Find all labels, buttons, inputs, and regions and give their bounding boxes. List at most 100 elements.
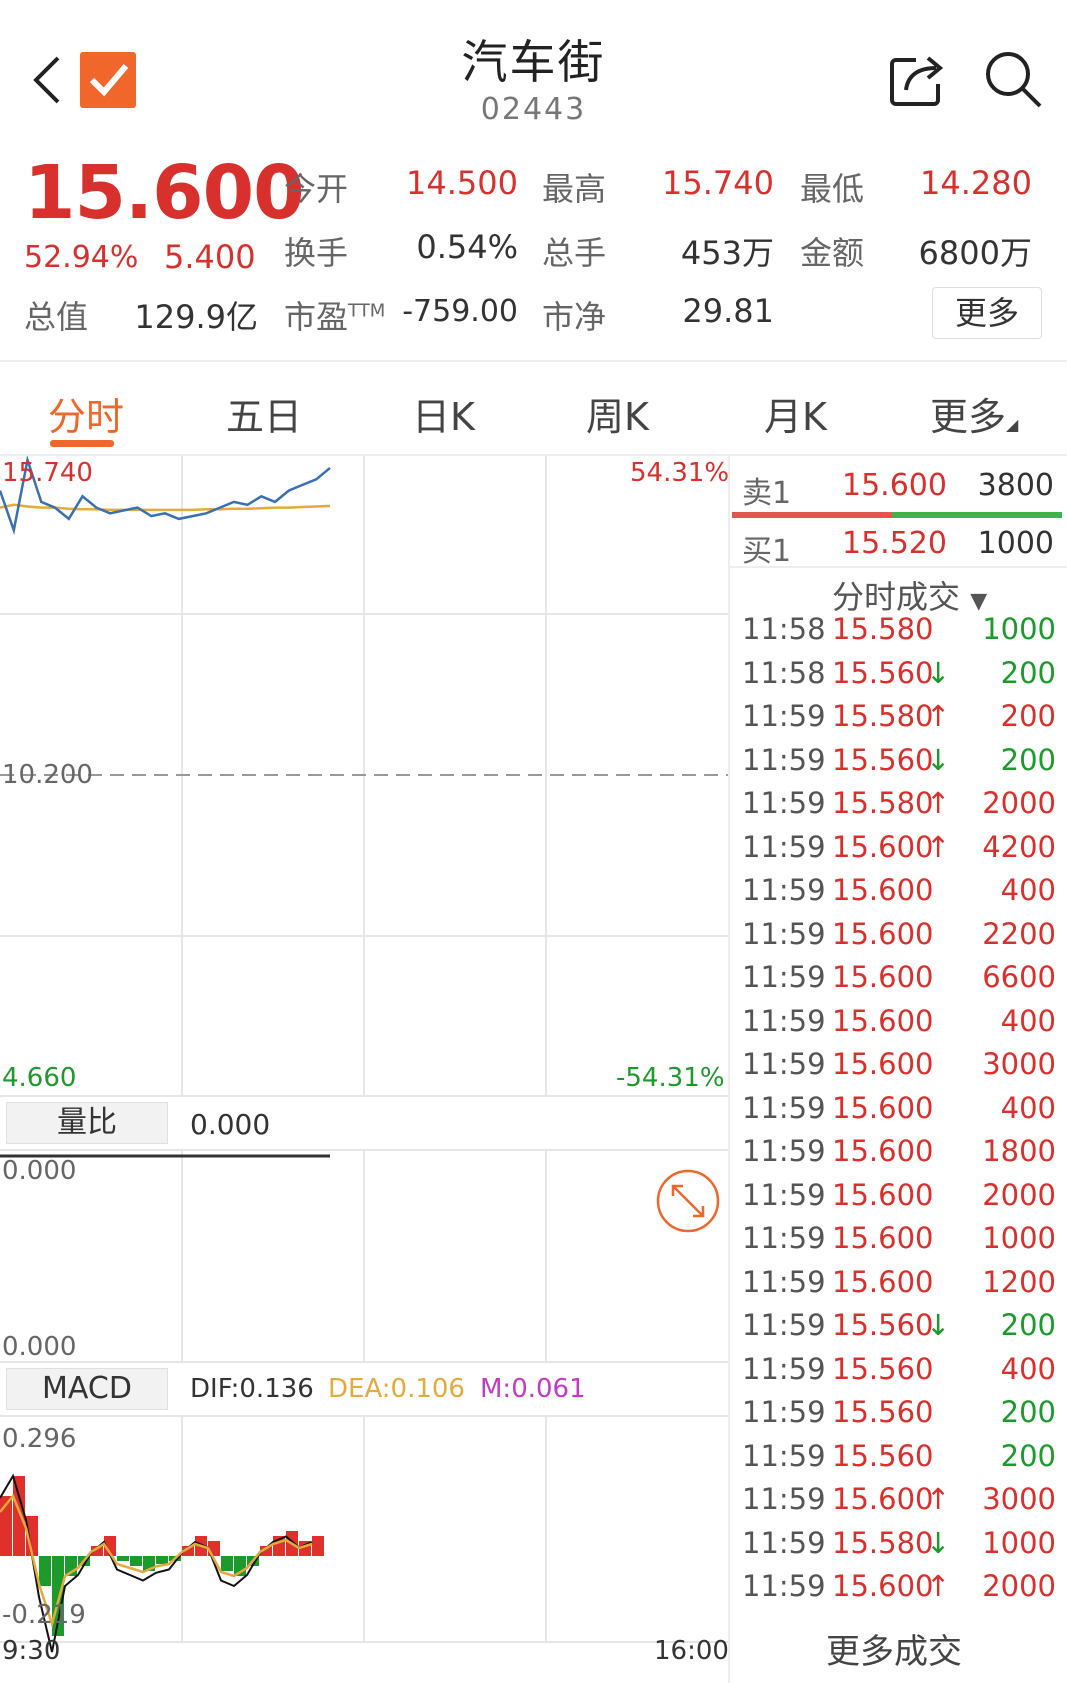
trade-price: 15.600 — [832, 873, 934, 907]
trade-volume: 200 — [1000, 1395, 1056, 1429]
trade-time: 11:59 — [742, 786, 826, 820]
trade-time: 11:59 — [742, 1003, 826, 1038]
arrow-up-icon: ↑ — [926, 786, 951, 820]
trade-time: 11:59 — [742, 1482, 826, 1516]
mid-price-label: 10.200 — [2, 760, 93, 790]
trade-price: 15.600 — [832, 829, 934, 864]
trade-volume: 1000 — [982, 1525, 1056, 1560]
trade-volume: 200 — [1000, 655, 1056, 690]
stat-label: 最低 — [800, 170, 865, 208]
trade-row: 11:59 15.600 400 — [742, 1004, 1056, 1044]
high-pct-label: 54.31% — [630, 458, 730, 488]
macd-top-label: 0.296 — [2, 1424, 77, 1454]
stat-label: 市净 — [542, 298, 607, 336]
stat-value: 14.500 — [406, 164, 518, 202]
arrow-down-icon: ↓ — [926, 655, 951, 690]
volume-bottom-label: 0.000 — [2, 1332, 77, 1362]
bid-volume: 1000 — [977, 526, 1054, 561]
trade-volume: 400 — [1000, 1003, 1056, 1038]
trade-price: 15.560 — [832, 1395, 934, 1429]
trade-price: 15.600 — [832, 1047, 934, 1081]
trade-volume: 3000 — [982, 1482, 1056, 1516]
trade-price: 15.580 — [832, 699, 934, 733]
divider — [728, 456, 730, 1683]
trade-row: 11:59 15.560 ↓ 200 — [742, 1308, 1056, 1348]
divider — [0, 360, 1067, 362]
grid — [0, 456, 728, 1643]
trade-volume: 1800 — [982, 1134, 1056, 1168]
stat-value: 129.9亿 — [134, 298, 258, 336]
trade-price: 15.580 — [832, 786, 934, 820]
trade-price: 15.600 — [832, 1134, 934, 1168]
volume-ratio-selector[interactable]: 量比 — [6, 1102, 168, 1144]
trade-time: 11:59 — [742, 916, 826, 951]
trade-row: 11:59 15.600 1000 — [742, 1221, 1056, 1261]
trade-row: 11:58 15.580 1000 — [742, 612, 1056, 652]
tab-five-day[interactable]: 五日 — [226, 386, 302, 441]
macd-selector[interactable]: MACD — [6, 1368, 168, 1410]
trade-volume: 400 — [1000, 1351, 1056, 1386]
more-stats-button[interactable]: 更多 — [932, 287, 1042, 339]
tab-intraday[interactable]: 分时 — [48, 386, 124, 441]
low-price-label: 4.660 — [2, 1063, 77, 1093]
share-icon[interactable] — [886, 50, 948, 110]
trade-time: 11:59 — [742, 1047, 826, 1081]
trade-volume: 2000 — [982, 1569, 1056, 1603]
trade-volume: 1000 — [982, 1221, 1056, 1255]
trade-row: 11:59 15.600 400 — [742, 1091, 1056, 1131]
stat-label: 市盈TTM — [284, 298, 386, 336]
stat-label: 今开 — [284, 170, 349, 208]
tab-daily-k[interactable]: 日K — [412, 386, 475, 441]
trade-row: 11:59 15.600 1200 — [742, 1265, 1056, 1305]
trade-row: 11:59 15.580 ↑ 2000 — [742, 786, 1056, 826]
trade-row: 11:59 15.600 ↑ 3000 — [742, 1482, 1056, 1522]
trade-price: 15.600 — [832, 1482, 934, 1516]
trade-time: 11:59 — [742, 742, 826, 777]
time-start-label: 9:30 — [2, 1636, 61, 1666]
more-trades-button[interactable]: 更多成交 — [826, 1624, 962, 1673]
trade-time: 11:59 — [742, 1134, 826, 1168]
trade-time: 11:59 — [742, 699, 826, 733]
trade-price: 15.560 — [832, 1438, 934, 1473]
trade-volume: 200 — [1000, 742, 1056, 777]
trade-price: 15.560 — [832, 742, 934, 777]
high-price-label: 15.740 — [2, 458, 93, 488]
arrow-down-icon: ↓ — [926, 1525, 951, 1560]
trade-row: 11:59 15.560 200 — [742, 1439, 1056, 1479]
stat-value: -759.00 — [402, 294, 518, 329]
dropdown-icon: ▼ — [970, 589, 988, 614]
trade-price: 15.600 — [832, 916, 934, 951]
low-pct-label: -54.31% — [616, 1063, 725, 1093]
bid-ratio-bar — [892, 512, 1062, 518]
trade-row: 11:59 15.580 ↓ 1000 — [742, 1526, 1056, 1566]
macd-bar — [221, 1556, 233, 1571]
fullscreen-icon[interactable] — [656, 1169, 720, 1233]
tab-weekly-k[interactable]: 周K — [586, 386, 649, 441]
stat-label: 金额 — [800, 234, 865, 272]
trade-row: 11:59 15.600 6600 — [742, 960, 1056, 1000]
trade-volume: 200 — [1000, 1308, 1056, 1342]
stat-value: 0.54% — [416, 228, 518, 266]
active-tab-indicator — [50, 440, 114, 447]
trade-price: 15.580 — [832, 1525, 934, 1560]
macd-bar — [13, 1476, 25, 1556]
trade-price: 15.600 — [832, 960, 934, 994]
trade-row: 11:59 15.560 400 — [742, 1352, 1056, 1392]
bid-label: 买1 — [742, 534, 792, 569]
trade-time: 11:59 — [742, 1221, 826, 1255]
trade-time: 11:59 — [742, 960, 826, 994]
tab-monthly-k[interactable]: 月K — [764, 386, 827, 441]
macd-bar — [39, 1556, 51, 1586]
volume-top-label: 0.000 — [2, 1156, 77, 1186]
trade-time: 11:59 — [742, 1525, 826, 1560]
stat-value: 15.740 — [662, 164, 774, 202]
trade-time: 11:59 — [742, 1438, 826, 1473]
trade-row: 11:59 15.600 400 — [742, 873, 1056, 913]
trade-volume: 3000 — [982, 1047, 1056, 1081]
tab-more[interactable]: 更多◢ — [930, 386, 1018, 441]
macd-dif: DIF:0.136 — [190, 1374, 314, 1404]
search-icon[interactable] — [982, 48, 1044, 110]
trade-time: 11:59 — [742, 1177, 826, 1212]
trade-row: 11:59 15.580 ↑ 200 — [742, 699, 1056, 739]
stat-value: 453万 — [680, 234, 774, 272]
